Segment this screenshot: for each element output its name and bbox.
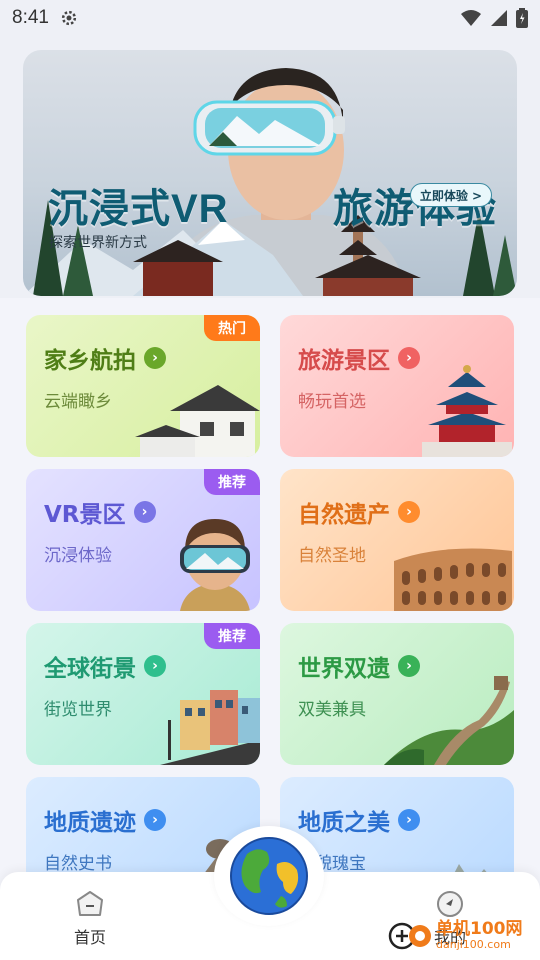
card-title: VR景区 — [44, 502, 126, 528]
hot-badge: 热门 — [204, 315, 260, 341]
card-title-wrap: VR景区 › — [44, 495, 156, 529]
banner-title-left: 沉浸式VR — [48, 187, 229, 231]
card-subtitle: 沉浸体验 — [44, 546, 112, 566]
nav-home-label: 首页 — [73, 928, 106, 947]
recommend-badge: 推荐 — [204, 623, 260, 649]
chevron-right-icon: › — [144, 347, 166, 369]
card-global-street-view[interactable]: 全球街景 › 街览世界 推荐 — [26, 623, 260, 765]
banner-subtitle: 探索世界新方式 — [49, 235, 147, 251]
card-subtitle: 云端瞰乡 — [44, 392, 112, 412]
card-title: 旅游景区 — [298, 348, 390, 374]
great-wall-illustration — [384, 676, 514, 765]
signal-icon — [491, 10, 507, 26]
card-title: 自然遗产 — [298, 502, 390, 528]
nav-home[interactable]: 首页 — [50, 890, 130, 948]
card-subtitle: 畅玩首选 — [298, 392, 366, 412]
card-tourist-spots[interactable]: 旅游景区 › 畅玩首选 — [280, 315, 514, 457]
colosseum-illustration — [394, 548, 512, 611]
card-hometown-aerial[interactable]: 家乡航拍 › 云端瞰乡 热门 — [26, 315, 260, 457]
card-title-wrap: 地质遗迹 › — [44, 803, 166, 837]
chevron-right-icon: › — [398, 501, 420, 523]
card-title: 全球街景 — [44, 656, 136, 682]
globe-explore-button[interactable] — [214, 826, 324, 926]
card-title: 地质遗迹 — [44, 810, 136, 836]
vr-banner[interactable]: 沉浸式VR 旅游体验 探索世界新方式 立即体验 > — [23, 50, 517, 296]
card-subtitle: 双美兼具 — [298, 700, 366, 720]
wifi-icon — [461, 10, 481, 26]
card-subtitle: 自然圣地 — [298, 546, 366, 566]
watermark-text: 单机100网 danji100.com — [436, 919, 523, 952]
card-dual-heritage[interactable]: 世界双遗 › 双美兼具 — [280, 623, 514, 765]
home-icon — [77, 891, 103, 916]
status-bar: 8:41 — [0, 0, 540, 36]
card-title-wrap: 地质之美 › — [298, 803, 420, 837]
gear-icon — [61, 10, 77, 26]
card-subtitle: 自然史书 — [44, 854, 112, 874]
status-icons — [460, 8, 528, 28]
globe-icon — [230, 837, 308, 915]
card-title: 地质之美 — [298, 810, 390, 836]
banner-illustration — [23, 68, 517, 296]
site-watermark: 单机100网 danji100.com — [388, 914, 538, 958]
battery-icon — [516, 8, 528, 28]
card-natural-heritage[interactable]: 自然遗产 › 自然圣地 — [280, 469, 514, 611]
status-time: 8:41 — [12, 7, 49, 28]
street-buildings-illustration — [160, 690, 260, 765]
vr-person-illustration — [180, 519, 250, 611]
temple-of-heaven-illustration — [422, 365, 512, 457]
chevron-right-icon: › — [133, 501, 156, 523]
card-title: 家乡航拍 — [44, 348, 136, 374]
watermark-logo — [388, 922, 431, 950]
card-title: 世界双遗 — [298, 656, 390, 682]
card-title-wrap: 全球街景 › — [44, 649, 166, 683]
card-title-wrap: 旅游景区 › — [298, 341, 420, 375]
card-vr-spots[interactable]: VR景区 › 沉浸体验 推荐 — [26, 469, 260, 611]
watermark-en: danji100.com — [436, 938, 511, 952]
watermark-cn: 单机100网 — [436, 919, 523, 940]
card-subtitle: 街览世界 — [44, 700, 112, 720]
village-house-illustration — [135, 385, 260, 457]
try-now-button[interactable]: 立即体验 > — [410, 183, 492, 207]
recommend-badge: 推荐 — [204, 469, 260, 495]
